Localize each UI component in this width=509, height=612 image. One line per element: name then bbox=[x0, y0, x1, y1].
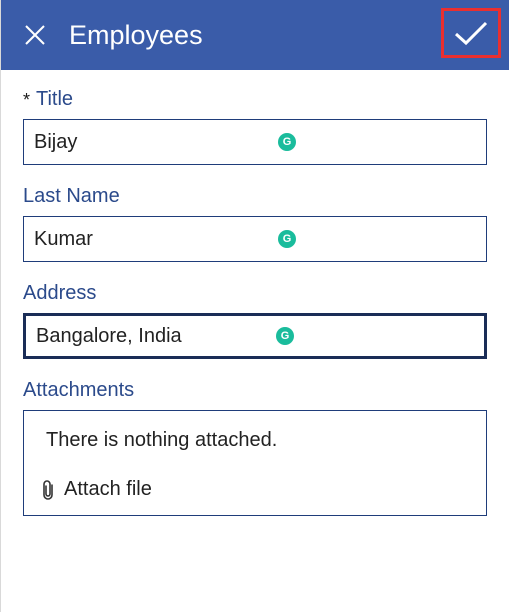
page-title: Employees bbox=[69, 20, 203, 51]
field-title: * Title Bijay bbox=[23, 88, 487, 165]
field-label: Last Name bbox=[23, 185, 120, 208]
check-icon bbox=[452, 19, 490, 47]
title-input[interactable]: Bijay bbox=[23, 119, 487, 165]
attachments-box: There is nothing attached. Attach file bbox=[23, 410, 487, 516]
field-last-name: Last Name Kumar bbox=[23, 185, 487, 262]
attachments-empty-text: There is nothing attached. bbox=[40, 429, 470, 452]
attach-file-button[interactable]: Attach file bbox=[40, 478, 470, 501]
submit-button[interactable] bbox=[441, 8, 501, 58]
label-row: Last Name bbox=[23, 185, 487, 208]
close-icon bbox=[23, 23, 47, 47]
last-name-input[interactable]: Kumar bbox=[23, 216, 487, 262]
grammarly-icon bbox=[276, 327, 294, 345]
input-value: Kumar bbox=[34, 228, 476, 251]
paperclip-icon bbox=[40, 479, 56, 501]
grammarly-icon bbox=[278, 133, 296, 151]
input-value: Bijay bbox=[34, 131, 476, 154]
attach-file-label: Attach file bbox=[64, 478, 152, 501]
field-address: Address Bangalore, India bbox=[23, 282, 487, 359]
label-row: Attachments bbox=[23, 379, 487, 402]
field-label: Address bbox=[23, 282, 96, 305]
label-row: Address bbox=[23, 282, 487, 305]
header-bar: Employees bbox=[1, 0, 509, 70]
required-asterisk: * bbox=[23, 91, 30, 109]
grammarly-icon bbox=[278, 230, 296, 248]
employee-form-screen: Employees * Title Bijay Last Name Kumar bbox=[0, 0, 509, 612]
label-row: * Title bbox=[23, 88, 487, 111]
field-label: Attachments bbox=[23, 379, 134, 402]
address-input[interactable]: Bangalore, India bbox=[23, 313, 487, 359]
field-label: Title bbox=[36, 88, 73, 111]
close-button[interactable] bbox=[19, 19, 51, 51]
input-value: Bangalore, India bbox=[36, 325, 474, 348]
field-attachments: Attachments There is nothing attached. A… bbox=[23, 379, 487, 516]
form-body: * Title Bijay Last Name Kumar Address Ba… bbox=[1, 70, 509, 516]
